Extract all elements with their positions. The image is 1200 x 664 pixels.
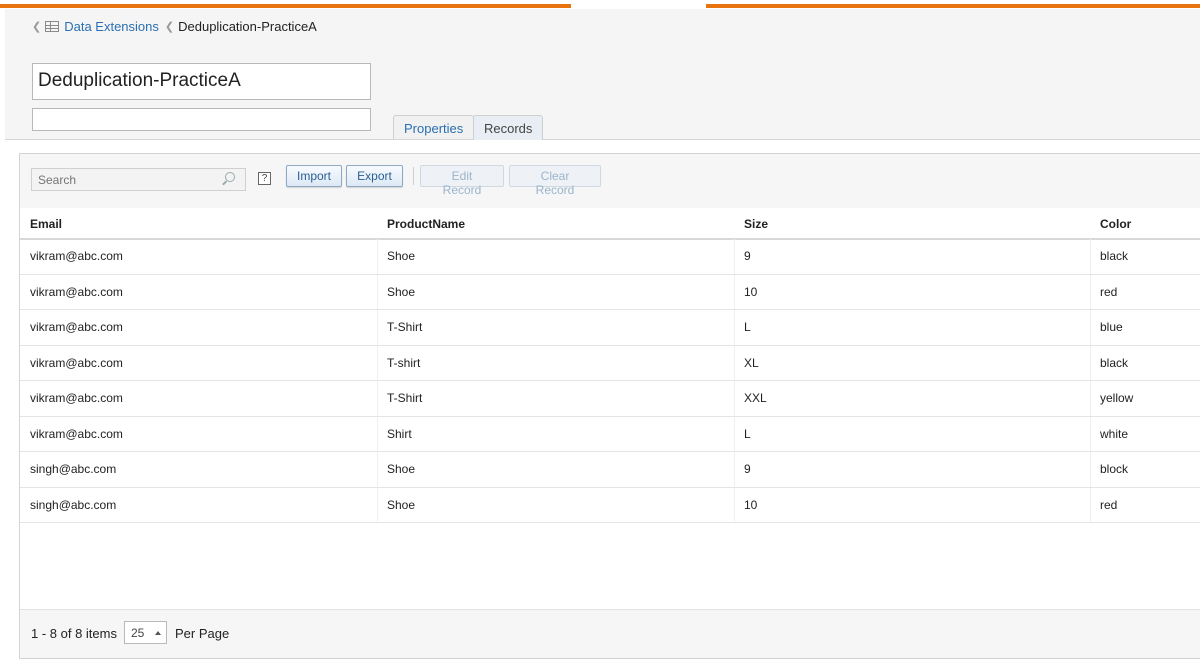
tab-records[interactable]: Records (473, 115, 544, 140)
table-row[interactable]: vikram@abc.com T-shirt XL black (20, 345, 1200, 381)
top-accent-bar-left (0, 4, 571, 8)
column-header-color[interactable]: Color (1100, 217, 1131, 231)
column-separator (377, 487, 378, 522)
cell-color: block (1100, 462, 1129, 476)
cell-productname: Shoe (387, 497, 416, 512)
breadcrumb-chevron-icon: ❮ (32, 20, 42, 33)
chevron-up-icon (155, 631, 161, 635)
cell-color: blue (1100, 320, 1123, 334)
column-separator (1090, 310, 1091, 345)
breadcrumb: ❮ Data Extensions ❮ Deduplication-Practi… (32, 18, 317, 34)
pager-footer: 1 - 8 of 8 items 25 Per Page (20, 609, 1200, 658)
cell-size: L (744, 426, 751, 441)
cell-email: singh@abc.com (30, 462, 117, 476)
top-accent-bar-right (706, 4, 1200, 8)
table-row[interactable]: vikram@abc.com Shoe 10 red (20, 274, 1200, 310)
column-separator (377, 310, 378, 345)
cell-color: white (1100, 426, 1129, 441)
cell-size: L (744, 320, 751, 334)
column-separator (377, 274, 378, 309)
column-separator (1090, 381, 1091, 416)
clear-record-button[interactable]: Clear Record (509, 165, 601, 197)
import-button[interactable]: Import (286, 165, 342, 187)
cell-size: XL (744, 355, 759, 370)
cell-email: vikram@abc.com (30, 249, 123, 263)
table-row[interactable]: vikram@abc.com T-Shirt XXL yellow (20, 381, 1200, 417)
column-separator (734, 345, 735, 380)
cell-productname: Shoe (387, 249, 416, 263)
column-separator (734, 274, 735, 309)
column-separator (734, 310, 735, 345)
cell-email: vikram@abc.com (30, 426, 123, 441)
search-icon[interactable] (225, 172, 235, 182)
table-icon (45, 20, 60, 32)
page-size-value: 25 (131, 626, 145, 640)
column-header-email[interactable]: Email (30, 217, 62, 231)
breadcrumb-current: Deduplication-PracticeA (178, 18, 317, 34)
records-panel: ? Import Export Edit Record Clear Record… (19, 153, 1200, 659)
search-input[interactable] (31, 168, 246, 191)
toolbar-divider (413, 167, 414, 185)
help-icon[interactable]: ? (258, 172, 271, 185)
cell-color: red (1100, 497, 1118, 512)
table-header: Email ProductName Size Color (20, 208, 1200, 240)
table-row[interactable]: vikram@abc.com Shoe 9 black (20, 239, 1200, 275)
cell-size: XXL (744, 391, 767, 405)
extension-name-field[interactable]: Deduplication-PracticeA (32, 63, 371, 100)
cell-email: vikram@abc.com (30, 391, 123, 405)
column-separator (1090, 239, 1091, 274)
column-separator (1090, 274, 1091, 309)
column-separator (734, 416, 735, 451)
column-separator (1090, 487, 1091, 522)
table-row[interactable]: singh@abc.com Shoe 9 block (20, 452, 1200, 488)
edit-record-button[interactable]: Edit Record (420, 165, 504, 197)
table-row[interactable]: vikram@abc.com T-Shirt L blue (20, 310, 1200, 346)
cell-productname: T-shirt (387, 355, 421, 370)
cell-email: vikram@abc.com (30, 284, 123, 299)
cell-productname: Shoe (387, 284, 416, 299)
column-separator (1090, 452, 1091, 487)
column-separator (734, 487, 735, 522)
breadcrumb-separator-icon: ❮ (164, 20, 175, 33)
cell-size: 9 (744, 462, 751, 476)
column-separator (377, 416, 378, 451)
cell-color: black (1100, 355, 1129, 370)
per-page-label: Per Page (175, 626, 230, 641)
column-header-productname[interactable]: ProductName (387, 217, 465, 231)
column-separator (377, 239, 378, 274)
column-separator (377, 452, 378, 487)
cell-size: 9 (744, 249, 751, 263)
extension-description-field[interactable] (32, 108, 371, 131)
column-separator (734, 452, 735, 487)
breadcrumb-data-extensions-link[interactable]: Data Extensions (64, 19, 159, 34)
column-separator (377, 381, 378, 416)
table-row[interactable]: singh@abc.com Shoe 10 red (20, 487, 1200, 523)
tab-properties[interactable]: Properties (393, 115, 475, 139)
cell-productname: Shirt (387, 426, 412, 441)
column-separator (1090, 345, 1091, 380)
pager-range: 1 - 8 of 8 items (31, 626, 117, 641)
column-header-size[interactable]: Size (744, 217, 768, 231)
cell-productname: T-Shirt (387, 320, 423, 334)
cell-productname: T-Shirt (387, 391, 423, 405)
cell-email: singh@abc.com (30, 497, 117, 512)
cell-email: vikram@abc.com (30, 320, 123, 334)
cell-email: vikram@abc.com (30, 355, 123, 370)
cell-size: 10 (744, 284, 758, 299)
cell-color: yellow (1100, 391, 1134, 405)
column-separator (734, 239, 735, 274)
records-toolbar: ? Import Export Edit Record Clear Record (20, 154, 1200, 209)
cell-color: red (1100, 284, 1118, 299)
cell-color: black (1100, 249, 1129, 263)
column-separator (734, 381, 735, 416)
column-separator (377, 345, 378, 380)
cell-size: 10 (744, 497, 758, 512)
column-separator (1090, 416, 1091, 451)
export-button[interactable]: Export (346, 165, 403, 187)
table-body: vikram@abc.com Shoe 9 black vikram@abc.c… (20, 239, 1200, 523)
cell-productname: Shoe (387, 462, 416, 476)
page-size-select[interactable]: 25 (124, 621, 167, 644)
table-row[interactable]: vikram@abc.com Shirt L white (20, 416, 1200, 452)
